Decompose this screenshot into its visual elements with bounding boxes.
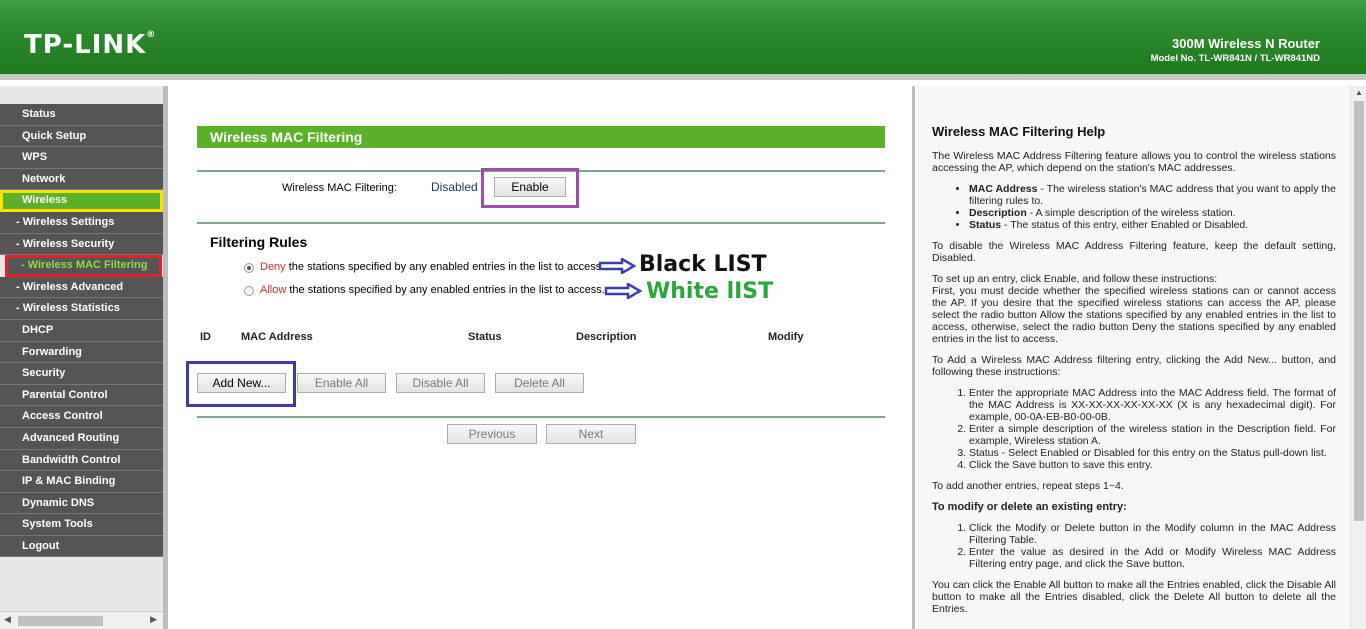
sidebar: Status Quick Setup WPS Network Wireless - Wir… [0,86,168,629]
col-id: ID [200,331,211,343]
sidebar-item-quick-setup[interactable]: Quick Setup [0,125,163,148]
list-item: Enter the value as desired in the Add or… [969,546,1336,570]
tp-link-logo: TP-LINK® [24,30,157,60]
scroll-left-icon[interactable]: ◀ [4,614,11,625]
sidebar-item-wireless-advanced[interactable]: - Wireless Advanced [0,276,163,299]
sidebar-item-wireless-settings[interactable]: - Wireless Settings [0,211,163,234]
sidebar-menu: Status Quick Setup WPS Network Wireless - Wir… [0,104,163,558]
white-list-annotation: White lIST [646,279,774,304]
deny-rule-label: Deny the stations specified by any enabl… [260,261,605,273]
add-new-button[interactable]: Add New... [197,373,286,393]
help-enable-all-text: You can click the Enable All button to m… [932,579,1336,615]
help-disable-text: To disable the Wireless MAC Address Filt… [932,240,1336,264]
sidebar-item-wps[interactable]: WPS [0,147,163,169]
sidebar-item-parental-control[interactable]: Parental Control [0,384,163,407]
filter-label: Wireless MAC Filtering: [282,182,397,194]
help-repeat-text: To add another entries, repeat steps 1~4… [932,480,1124,492]
horizontal-scrollbar[interactable]: ◀ ▶ [0,611,163,629]
list-item: Enter a simple description of the wirele… [969,423,1336,447]
product-name: 300M Wireless N Router [1172,36,1320,51]
sidebar-item-logout[interactable]: Logout [0,535,163,558]
page-title: Wireless MAC Filtering [197,126,885,148]
sidebar-item-wireless-security[interactable]: - Wireless Security [0,233,163,256]
sidebar-item-status[interactable]: Status [0,104,163,126]
scrollbar-thumb[interactable] [18,616,103,626]
help-title: Wireless MAC Filtering Help [932,124,1106,139]
sidebar-item-security[interactable]: Security [0,363,163,385]
list-item: Status - The status of this entry, eithe… [969,219,1336,231]
help-modify-heading: To modify or delete an existing entry: [932,501,1127,513]
help-modify-steps: Click the Modify or Delete button in the… [969,522,1336,570]
main-panel: Wireless MAC Filtering Wireless MAC Filt… [168,86,915,629]
help-intro: The Wireless MAC Address Filtering featu… [932,150,1336,174]
header-banner: TP-LINK® 300M Wireless N Router Model No… [0,0,1366,80]
delete-all-button[interactable]: Delete All [495,373,584,393]
list-item: Click the Modify or Delete button in the… [969,522,1336,546]
list-item: Click the Save button to save this entry… [969,459,1336,471]
list-item: MAC Address - The wireless station's MAC… [969,183,1336,207]
scroll-right-icon[interactable]: ▶ [150,614,157,625]
help-add-text: To Add a Wireless MAC Address filtering … [932,354,1336,378]
col-mac-address: MAC Address [241,331,313,343]
vertical-scrollbar[interactable]: ▲ [1350,86,1366,629]
sidebar-item-system-tools[interactable]: System Tools [0,514,163,536]
sidebar-item-dynamic-dns[interactable]: Dynamic DNS [0,492,163,515]
col-description: Description [576,331,637,343]
allow-radio[interactable] [244,286,254,296]
col-status: Status [468,331,502,343]
previous-button[interactable]: Previous [447,424,537,444]
disable-all-button[interactable]: Disable All [396,373,485,393]
sidebar-item-ip-mac-binding[interactable]: IP & MAC Binding [0,471,163,493]
sidebar-item-wireless[interactable]: Wireless [0,190,163,212]
arrow-right-icon [604,283,642,299]
scroll-up-icon[interactable]: ▲ [1355,88,1363,97]
sidebar-item-network[interactable]: Network [0,168,163,191]
help-panel: Wireless MAC Filtering Help The Wireless… [918,86,1350,629]
scrollbar-thumb[interactable] [1354,101,1364,521]
enable-button[interactable]: Enable [494,177,566,197]
help-add-steps: Enter the appropriate MAC Address into t… [969,387,1336,471]
model-info: 300M Wireless N Router Model No. TL-WR84… [1151,36,1320,64]
help-field-list: MAC Address - The wireless station's MAC… [969,183,1336,231]
black-list-annotation: Black LIST [639,252,767,277]
help-setup-text: To set up an entry, click Enable, and fo… [932,273,1336,345]
deny-radio[interactable] [244,263,254,273]
sidebar-item-wireless-mac-filtering[interactable]: - Wireless MAC Filtering [5,255,162,277]
list-item: Enter the appropriate MAC Address into t… [969,387,1336,423]
sidebar-item-bandwidth-control[interactable]: Bandwidth Control [0,449,163,472]
sidebar-item-access-control[interactable]: Access Control [0,406,163,428]
allow-rule-label: Allow the stations specified by any enab… [260,284,605,296]
sidebar-item-wireless-statistics[interactable]: - Wireless Statistics [0,298,163,320]
list-item: Description - A simple description of th… [969,207,1336,219]
sidebar-item-advanced-routing[interactable]: Advanced Routing [0,427,163,450]
divider [197,222,885,224]
model-number: Model No. TL-WR841N / TL-WR841ND [1150,53,1320,64]
sidebar-item-forwarding[interactable]: Forwarding [0,341,163,364]
sidebar-item-dhcp[interactable]: DHCP [0,319,163,342]
arrow-right-icon [598,258,636,274]
enable-all-button[interactable]: Enable All [297,373,386,393]
next-button[interactable]: Next [546,424,636,444]
filter-status: Disabled [431,180,478,194]
filtering-rules-heading: Filtering Rules [210,234,308,250]
divider [197,416,885,418]
list-item: Status - Select Enabled or Disabled for … [969,447,1336,459]
col-modify: Modify [768,331,804,343]
